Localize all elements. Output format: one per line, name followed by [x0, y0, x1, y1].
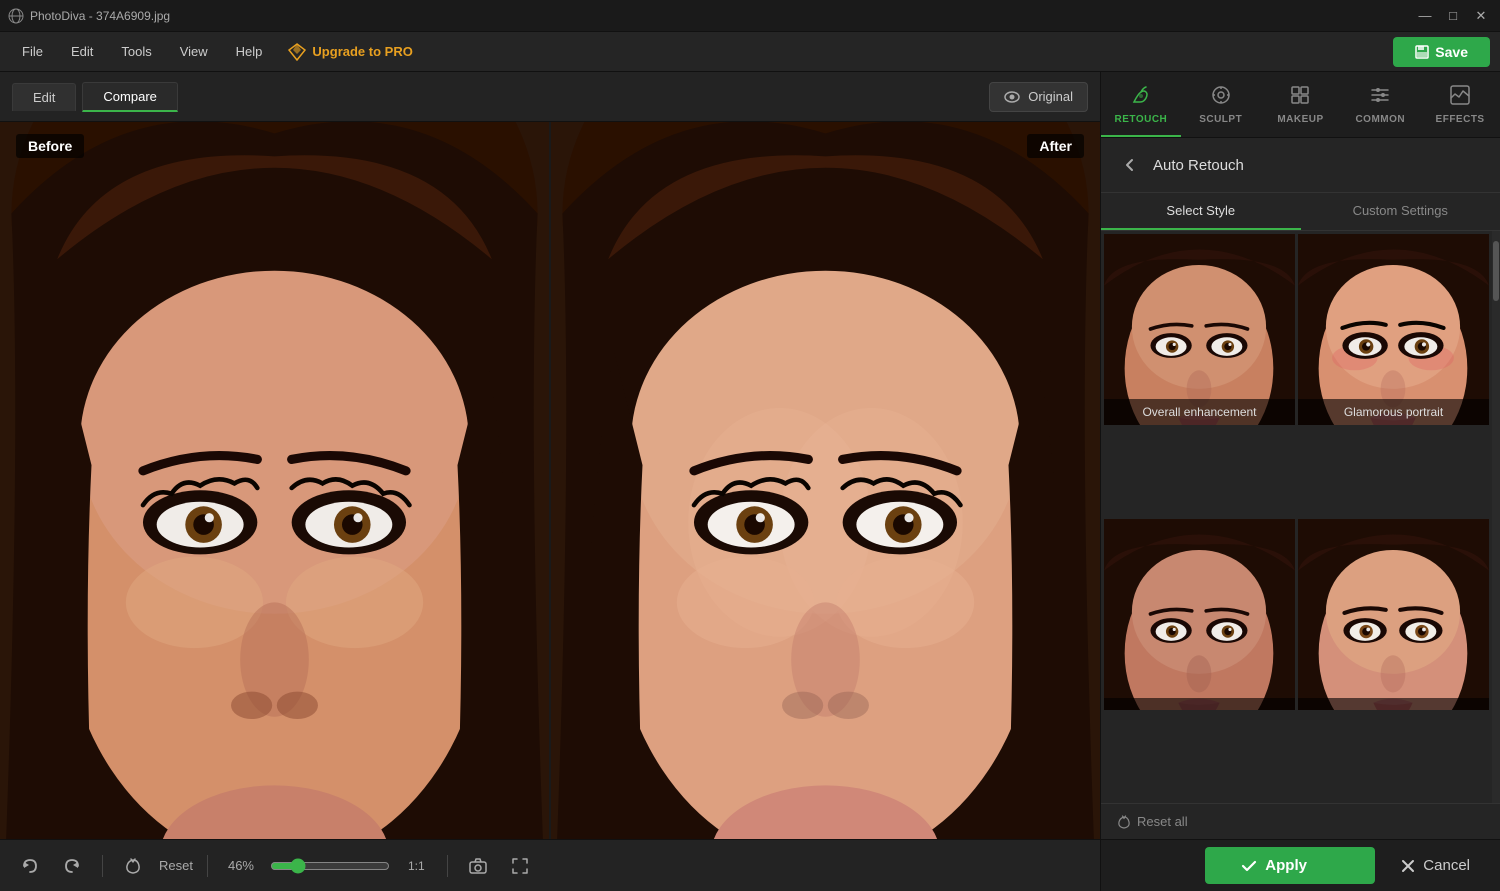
style-grid-container: Overall enhancement [1101, 231, 1500, 803]
tab-retouch[interactable]: RETOUCH [1101, 72, 1181, 137]
panel-header: Auto Retouch [1101, 138, 1500, 193]
before-image [0, 122, 549, 839]
toolbar: Edit Compare Original [0, 72, 1100, 122]
back-button[interactable] [1117, 152, 1143, 178]
editor-area: Edit Compare Original Before [0, 72, 1100, 891]
menu-view[interactable]: View [168, 40, 220, 63]
after-image [551, 122, 1100, 839]
camera-icon-button[interactable] [462, 850, 494, 882]
tab-effects-label: EFFECTS [1436, 114, 1485, 125]
before-panel: Before [0, 122, 549, 839]
panel-content: Auto Retouch Select Style Custom Setting… [1101, 138, 1500, 839]
reset-icon [124, 857, 142, 875]
undo-icon [21, 857, 39, 875]
tab-sculpt-label: SCULPT [1199, 114, 1242, 125]
app-title: PhotoDiva - 374A6909.jpg [30, 9, 170, 23]
retouch-icon [1130, 84, 1152, 110]
action-bar: Apply Cancel [1101, 839, 1500, 891]
x-icon [1401, 859, 1415, 873]
cancel-button[interactable]: Cancel [1385, 847, 1486, 884]
canvas-divider [549, 122, 551, 839]
scrollbar[interactable] [1492, 231, 1500, 803]
tab-common-label: COMMON [1355, 114, 1405, 125]
after-panel: After [551, 122, 1100, 839]
effects-icon [1449, 84, 1471, 110]
menu-edit[interactable]: Edit [59, 40, 105, 63]
tab-makeup-label: MAKEUP [1277, 114, 1323, 125]
makeup-icon [1289, 84, 1311, 110]
separator2 [207, 855, 208, 877]
eye-icon [1004, 89, 1020, 105]
sculpt-icon [1210, 84, 1232, 110]
ratio-label: 1:1 [400, 855, 433, 877]
redo-button[interactable] [56, 850, 88, 882]
style-grid: Overall enhancement [1101, 231, 1492, 803]
camera-icon [469, 857, 487, 875]
titlebar-left: PhotoDiva - 374A6909.jpg [8, 8, 170, 24]
canvas-area: Before [0, 122, 1100, 839]
original-toggle-button[interactable]: Original [989, 82, 1088, 112]
before-label: Before [16, 134, 84, 158]
menu-tools[interactable]: Tools [109, 40, 163, 63]
bottom-bar: Reset 46% 1:1 [0, 839, 1100, 891]
tab-sculpt[interactable]: SCULPT [1181, 72, 1261, 137]
main-layout: Edit Compare Original Before [0, 72, 1500, 891]
menu-help[interactable]: Help [224, 40, 275, 63]
style-4[interactable] [1298, 519, 1489, 710]
maximize-button[interactable]: □ [1442, 7, 1464, 25]
scrollbar-thumb[interactable] [1493, 241, 1499, 301]
tab-retouch-label: RETOUCH [1115, 114, 1168, 125]
sub-tab-custom-settings[interactable]: Custom Settings [1301, 193, 1500, 230]
right-panel: RETOUCH SCULPT [1100, 72, 1500, 891]
titlebar: PhotoDiva - 374A6909.jpg — □ ✕ [0, 0, 1500, 32]
undo-button[interactable] [14, 850, 46, 882]
minimize-button[interactable]: — [1414, 7, 1436, 25]
fullscreen-button[interactable] [504, 850, 536, 882]
after-label: After [1027, 134, 1084, 158]
save-button[interactable]: Save [1393, 37, 1490, 67]
menu-file[interactable]: File [10, 40, 55, 63]
checkmark-icon [1241, 858, 1257, 874]
style-glamorous-portrait[interactable]: Glamorous portrait [1298, 234, 1489, 425]
sub-tab-select-style[interactable]: Select Style [1101, 193, 1301, 230]
tab-compare[interactable]: Compare [82, 82, 177, 112]
style-overall-enhancement[interactable]: Overall enhancement [1104, 234, 1295, 425]
style-3-label [1104, 698, 1295, 710]
separator [102, 855, 103, 877]
style-glamorous-label: Glamorous portrait [1298, 399, 1489, 425]
redo-icon [63, 857, 81, 875]
tab-effects[interactable]: EFFECTS [1420, 72, 1500, 137]
reset-all-icon [1117, 815, 1131, 829]
style-4-label [1298, 698, 1489, 710]
tab-common[interactable]: COMMON [1340, 72, 1420, 137]
apply-button[interactable]: Apply [1205, 847, 1375, 884]
menubar: File Edit Tools View Help Upgrade to PRO… [0, 32, 1500, 72]
titlebar-controls: — □ ✕ [1414, 7, 1492, 25]
sub-tabs: Select Style Custom Settings [1101, 193, 1500, 231]
save-icon [1415, 45, 1429, 59]
zoom-slider[interactable] [270, 858, 390, 874]
reset-all-label: Reset all [1137, 814, 1188, 829]
reset-label: Reset [159, 858, 193, 873]
close-button[interactable]: ✕ [1470, 7, 1492, 25]
panel-title: Auto Retouch [1153, 157, 1244, 174]
reset-all-button[interactable]: Reset all [1101, 803, 1500, 839]
separator3 [447, 855, 448, 877]
back-arrow-icon [1122, 157, 1138, 173]
tab-edit[interactable]: Edit [12, 83, 76, 111]
style-3[interactable] [1104, 519, 1295, 710]
reset-button[interactable] [117, 850, 149, 882]
style-overall-label: Overall enhancement [1104, 399, 1295, 425]
tool-tabs: RETOUCH SCULPT [1101, 72, 1500, 138]
diamond-icon [288, 43, 306, 61]
fullscreen-icon [511, 857, 529, 875]
upgrade-to-pro-button[interactable]: Upgrade to PRO [278, 39, 422, 65]
app-logo-icon [8, 8, 24, 24]
zoom-value: 46% [228, 858, 254, 873]
tab-makeup[interactable]: MAKEUP [1261, 72, 1341, 137]
common-icon [1369, 84, 1391, 110]
